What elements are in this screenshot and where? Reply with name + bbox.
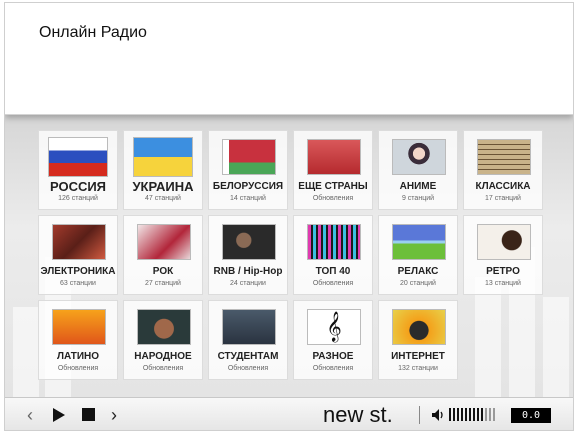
- level-readout: 0.0: [511, 408, 551, 423]
- station-name: new st.: [323, 402, 393, 427]
- tile-count: 17 станций: [485, 195, 521, 202]
- tile-classical[interactable]: КЛАССИКА 17 станций: [463, 130, 543, 210]
- tile-electronic[interactable]: ЭЛЕКТРОНИКА 63 станции: [38, 215, 118, 295]
- tile-count: Обновления: [312, 195, 354, 202]
- tile-name: ИНТЕРНЕТ: [391, 351, 445, 362]
- tile-name: РЕТРО: [486, 266, 520, 277]
- tile-name: РАЗНОЕ: [312, 351, 354, 362]
- tile-relax[interactable]: РЕЛАКС 20 станций: [378, 215, 458, 295]
- header: Онлайн Радио: [5, 3, 573, 115]
- tile-internet[interactable]: ИНТЕРНЕТ 132 станции: [378, 300, 458, 380]
- tile-count: 132 станции: [398, 365, 438, 372]
- volume-tick: [477, 408, 479, 421]
- tile-count: Обновления: [57, 365, 99, 372]
- tile-count: 47 станций: [145, 195, 181, 202]
- tile-russia[interactable]: РОССИЯ 126 станций: [38, 130, 118, 210]
- tile-ukraine[interactable]: УКРАИНА 47 станций: [123, 130, 203, 210]
- volume-tick: [493, 408, 495, 421]
- tile-name: СТУДЕНТАМ: [217, 351, 279, 362]
- next-icon[interactable]: ›: [111, 405, 117, 426]
- tile-count: 20 станций: [400, 280, 436, 287]
- tile-retro[interactable]: РЕТРО 13 станций: [463, 215, 543, 295]
- tile-name: ЭЛЕКТРОНИКА: [40, 266, 116, 277]
- tile-folk[interactable]: НАРОДНОЕ Обновления: [123, 300, 203, 380]
- player-bar: ‹ › new st. 0.0: [5, 397, 573, 430]
- dancers-icon: [52, 309, 106, 345]
- rnb-image-icon: [222, 224, 276, 260]
- tile-count: 126 станций: [58, 195, 98, 202]
- equalizer-bar: [543, 297, 569, 397]
- volume-tick: [449, 408, 451, 421]
- equalizer-icon: [307, 224, 361, 260]
- tile-count: 9 станций: [401, 195, 435, 202]
- radio-app: Онлайн Радио РОССИЯ 126 станций УКРАИНА …: [4, 2, 574, 431]
- tile-count: 63 станции: [60, 280, 96, 287]
- tile-name: АНИМЕ: [399, 181, 437, 192]
- tile-count: 14 станций: [230, 195, 266, 202]
- anime-image-icon: [392, 139, 446, 175]
- tile-count: Обновления: [312, 280, 354, 287]
- play-icon[interactable]: [53, 408, 65, 422]
- students-image-icon: [222, 309, 276, 345]
- rock-image-icon: [137, 224, 191, 260]
- tile-name: КЛАССИКА: [475, 181, 531, 192]
- volume-tick: [461, 408, 463, 421]
- tile-count: Обновления: [142, 365, 184, 372]
- tile-count: 27 станций: [145, 280, 181, 287]
- volume-tick: [457, 408, 459, 421]
- landscape-icon: [392, 224, 446, 260]
- tile-rock[interactable]: РОК 27 станций: [123, 215, 203, 295]
- tile-belarus[interactable]: БЕЛОРУССИЯ 14 станций: [208, 130, 288, 210]
- station-grid: РОССИЯ 126 станций УКРАИНА 47 станций БЕ…: [5, 115, 573, 397]
- electronic-image-icon: [52, 224, 106, 260]
- tile-name: РЕЛАКС: [397, 266, 439, 277]
- tile-misc[interactable]: 𝄞 РАЗНОЕ Обновления: [293, 300, 373, 380]
- volume-tick: [465, 408, 467, 421]
- equalizer-bar: [13, 307, 39, 397]
- tile-name: РОССИЯ: [49, 179, 107, 194]
- headphones-icon: [392, 309, 446, 345]
- tile-students[interactable]: СТУДЕНТАМ Обновления: [208, 300, 288, 380]
- page-title: Онлайн Радио: [39, 24, 147, 41]
- volume-tick: [485, 408, 487, 421]
- sheet-music-icon: [477, 139, 531, 175]
- folk-image-icon: [137, 309, 191, 345]
- red-flag-icon: [307, 139, 361, 175]
- tile-count: Обновления: [312, 365, 354, 372]
- volume-tick: [469, 408, 471, 421]
- volume-tick: [453, 408, 455, 421]
- tile-name: ЛАТИНО: [56, 351, 100, 362]
- tile-name: ЕЩЕ СТРАНЫ: [298, 181, 368, 192]
- volume-slider[interactable]: [449, 408, 495, 422]
- tile-name: УКРАИНА: [132, 179, 194, 194]
- tile-name: RNB / Hip-Hop: [213, 266, 283, 277]
- ukraine-flag-icon: [133, 137, 193, 177]
- treble-clef-icon: 𝄞: [307, 309, 361, 345]
- volume-tick: [481, 408, 483, 421]
- tile-count: 24 станции: [230, 280, 266, 287]
- tile-name: НАРОДНОЕ: [134, 351, 192, 362]
- tile-rnb[interactable]: RNB / Hip-Hop 24 станции: [208, 215, 288, 295]
- volume-tick: [473, 408, 475, 421]
- tile-name: РОК: [152, 266, 174, 277]
- equalizer-bar: [475, 277, 501, 397]
- volume-tick: [489, 408, 491, 421]
- previous-icon[interactable]: ‹: [27, 405, 33, 426]
- tile-name: ТОП 40: [315, 266, 351, 277]
- gramophone-icon: [477, 224, 531, 260]
- tile-other-countries[interactable]: ЕЩЕ СТРАНЫ Обновления: [293, 130, 373, 210]
- russia-flag-icon: [48, 137, 108, 177]
- speaker-icon[interactable]: [431, 408, 445, 422]
- stop-icon[interactable]: [82, 408, 95, 421]
- divider: [419, 406, 420, 424]
- tile-name: БЕЛОРУССИЯ: [212, 181, 284, 192]
- tile-anime[interactable]: АНИМЕ 9 станций: [378, 130, 458, 210]
- tile-count: 13 станций: [485, 280, 521, 287]
- tile-latino[interactable]: ЛАТИНО Обновления: [38, 300, 118, 380]
- belarus-flag-icon: [222, 139, 276, 175]
- tile-top40[interactable]: ТОП 40 Обновления: [293, 215, 373, 295]
- tile-count: Обновления: [227, 365, 269, 372]
